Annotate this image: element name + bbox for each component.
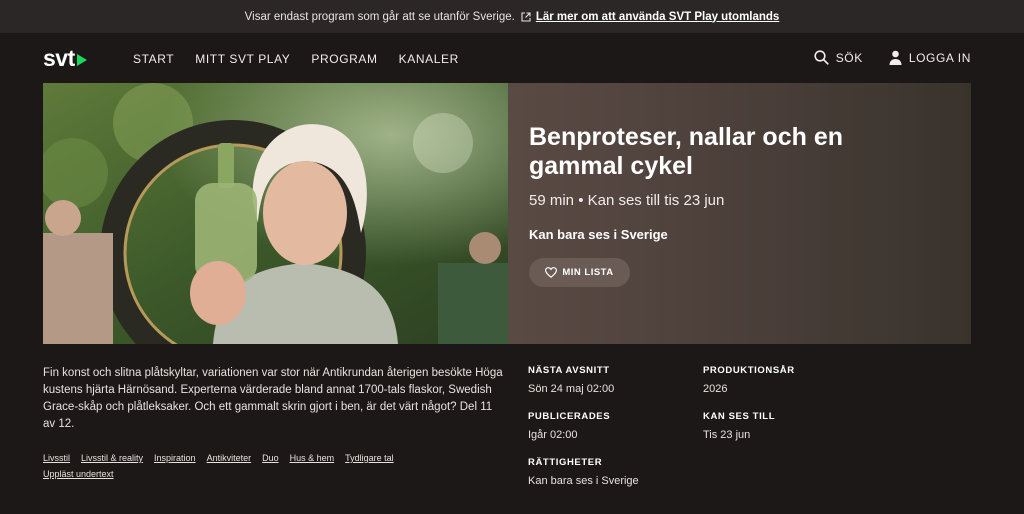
search-label: SÖK <box>835 50 863 65</box>
geo-banner-text: Visar endast program som går att se utan… <box>244 10 515 23</box>
episode-title: Benproteser, nallar och en gammal cykel <box>529 123 843 180</box>
category-tags: Livsstil Livsstil & reality Inspiration … <box>43 453 463 479</box>
my-list-label: MIN LISTA <box>562 267 614 278</box>
fact-value: 2026 <box>703 383 728 395</box>
tag-link[interactable]: Duo <box>262 453 279 463</box>
tag-link[interactable]: Antikviteter <box>207 453 252 463</box>
fact-rights: RÄTTIGHETER Kan bara ses i Sverige <box>528 457 639 487</box>
tag-link[interactable]: Livsstil & reality <box>81 453 143 463</box>
user-icon <box>889 50 902 65</box>
fact-label: PUBLICERADES <box>528 411 611 422</box>
geo-banner: Visar endast program som går att se utan… <box>0 0 1024 33</box>
nav-item-start[interactable]: START <box>133 52 174 66</box>
tag-link[interactable]: Livsstil <box>43 453 70 463</box>
fact-production-year: PRODUKTIONSÅR 2026 <box>703 365 795 395</box>
fact-next-episode: NÄSTA AVSNITT Sön 24 maj 02:00 <box>528 365 639 395</box>
fact-value: Tis 23 jun <box>703 429 751 441</box>
fact-label: RÄTTIGHETER <box>528 457 603 468</box>
my-list-button[interactable]: MIN LISTA <box>529 258 630 287</box>
heart-icon <box>545 267 558 278</box>
nav-item-mitt-svt-play[interactable]: MITT SVT PLAY <box>195 52 290 66</box>
fact-label: PRODUKTIONSÅR <box>703 365 795 376</box>
login-label: LOGGA IN <box>908 50 971 65</box>
search-button[interactable]: SÖK <box>814 50 863 65</box>
region-restriction: Kan bara ses i Sverige <box>529 227 668 242</box>
main-nav: svt START MITT SVT PLAY PROGRAM KANALER … <box>0 33 1024 83</box>
tag-link[interactable]: Inspiration <box>154 453 196 463</box>
episode-facts-right: PRODUKTIONSÅR 2026 KAN SES TILL Tis 23 j… <box>703 365 795 457</box>
episode-hero: Benproteser, nallar och en gammal cykel … <box>43 83 971 344</box>
fact-value: Igår 02:00 <box>528 429 578 441</box>
external-link-icon <box>521 11 531 22</box>
play-triangle-icon <box>76 53 87 66</box>
nav-links: START MITT SVT PLAY PROGRAM KANALER <box>133 52 459 66</box>
tag-link[interactable]: Hus & hem <box>290 453 335 463</box>
fact-label: NÄSTA AVSNITT <box>528 365 610 376</box>
fact-available-until: KAN SES TILL Tis 23 jun <box>703 411 795 441</box>
nav-item-kanaler[interactable]: KANALER <box>399 52 459 66</box>
abroad-info-link[interactable]: Lär mer om att använda SVT Play utomland… <box>536 11 779 23</box>
tag-link[interactable]: Uppläst undertext <box>43 469 114 479</box>
episode-thumbnail[interactable] <box>43 83 508 344</box>
episode-meta: 59 min • Kan ses till tis 23 jun <box>529 192 725 209</box>
episode-info-panel: Benproteser, nallar och en gammal cykel … <box>508 83 971 344</box>
fact-label: KAN SES TILL <box>703 411 776 422</box>
fact-published: PUBLICERADES Igår 02:00 <box>528 411 639 441</box>
logo-text: svt <box>43 45 75 71</box>
svt-logo[interactable]: svt <box>43 47 87 70</box>
login-button[interactable]: LOGGA IN <box>889 50 971 65</box>
episode-facts-left: NÄSTA AVSNITT Sön 24 maj 02:00 PUBLICERA… <box>528 365 639 503</box>
episode-description: Fin konst och slitna plåtskyltar, variat… <box>43 367 503 430</box>
nav-item-program[interactable]: PROGRAM <box>311 52 377 66</box>
tag-link[interactable]: Tydligare tal <box>345 453 394 463</box>
fact-value: Kan bara ses i Sverige <box>528 475 639 487</box>
fact-value: Sön 24 maj 02:00 <box>528 383 615 395</box>
nav-actions: SÖK LOGGA IN <box>814 50 971 65</box>
search-icon <box>814 50 829 65</box>
